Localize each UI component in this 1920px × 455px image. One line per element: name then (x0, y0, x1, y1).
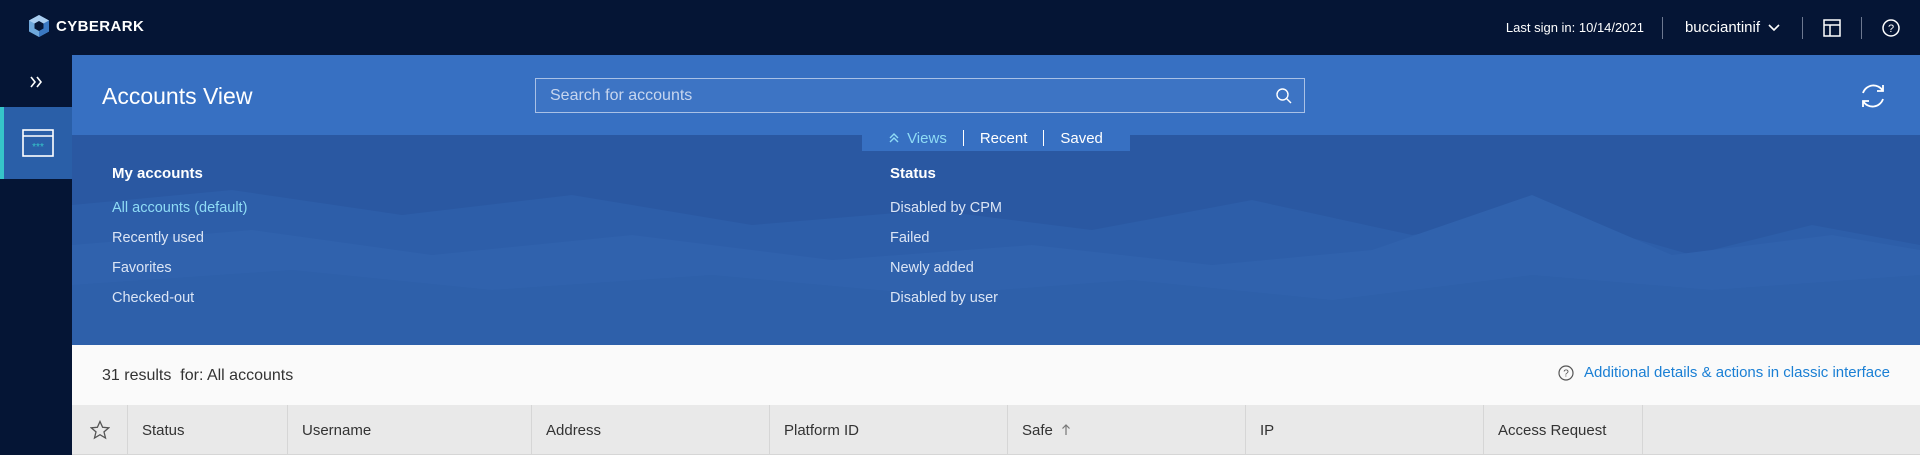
refresh-button[interactable] (1856, 79, 1890, 113)
accounts-header: Accounts View (72, 55, 1920, 135)
column-label: Username (302, 421, 372, 439)
last-sign-in: Last sign in: 10/14/2021 (1505, 20, 1644, 35)
column-label: Status (142, 421, 185, 439)
cyberark-logo[interactable]: CYBERARK (28, 14, 144, 38)
tab-label: Saved (1060, 129, 1103, 147)
results-bar: 31 results for: All accounts ? Additiona… (72, 345, 1920, 405)
column-header-safe[interactable]: Safe (1008, 405, 1246, 455)
svg-text:?: ? (1563, 368, 1569, 379)
view-all-accounts[interactable]: All accounts (default) (112, 200, 247, 230)
double-chevron-right-icon (30, 76, 43, 88)
column-header-access-request[interactable]: Access Request (1484, 405, 1643, 455)
view-favorites[interactable]: Favorites (112, 260, 247, 290)
column-header-address[interactable]: Address (532, 405, 770, 455)
results-summary: 31 results for: All accounts (102, 367, 293, 385)
favorite-column-header[interactable] (72, 405, 128, 455)
cyberark-logo-icon (29, 15, 49, 37)
view-newly-added[interactable]: Newly added (890, 260, 1002, 290)
search-input[interactable] (550, 86, 1264, 105)
views-tabs: Views Recent Saved (862, 125, 1130, 151)
tab-recent[interactable]: Recent (964, 130, 1044, 147)
view-checked-out[interactable]: Checked-out (112, 290, 247, 320)
tab-views[interactable]: Views (873, 130, 963, 147)
top-bar: CYBERARK Last sign in: 10/14/2021 buccia… (0, 0, 1920, 55)
svg-text:***: *** (32, 142, 44, 153)
results-filter: for: All accounts (180, 367, 294, 384)
my-accounts-column: My accounts All accounts (default) Recen… (112, 165, 247, 320)
results-count: 31 results (102, 367, 172, 384)
layout-button[interactable] (1803, 0, 1861, 55)
column-header-username[interactable]: Username (288, 405, 532, 455)
classic-interface-link[interactable]: ? Additional details & actions in classi… (1558, 364, 1890, 381)
double-chevron-up-icon (889, 133, 899, 143)
column-label: Access Request (1498, 421, 1607, 439)
username: bucciantinif (1684, 19, 1760, 36)
column-label: IP (1260, 421, 1275, 439)
column-label: Platform ID (784, 421, 860, 439)
refresh-icon (1862, 84, 1884, 108)
accounts-table-header: Status Username Address Platform ID Safe… (72, 405, 1920, 455)
search-button[interactable] (1264, 79, 1304, 112)
star-icon (89, 420, 110, 440)
brand-name: CYBERARK (56, 17, 145, 35)
help-button[interactable]: ? (1862, 0, 1920, 55)
layout-icon (1823, 18, 1841, 37)
my-accounts-title: My accounts (112, 165, 203, 182)
chevron-down-icon (1768, 23, 1780, 31)
column-label: Safe (1022, 421, 1053, 439)
page-title: Accounts View (102, 83, 253, 109)
search-icon (1276, 87, 1292, 103)
column-header-platform-id[interactable]: Platform ID (770, 405, 1008, 455)
view-disabled-by-user[interactable]: Disabled by user (890, 290, 1002, 320)
sort-ascending-icon (1061, 424, 1070, 435)
nav-accounts[interactable]: *** (0, 107, 72, 179)
tab-label: Views (907, 129, 947, 147)
view-failed[interactable]: Failed (890, 230, 1002, 260)
column-label: Address (546, 421, 602, 439)
search-box[interactable] (535, 78, 1305, 113)
view-recently-used[interactable]: Recently used (112, 230, 247, 260)
user-menu[interactable]: bucciantinif (1663, 19, 1802, 36)
svg-text:?: ? (1888, 23, 1894, 35)
views-panel: My accounts All accounts (default) Recen… (72, 135, 1920, 345)
view-disabled-by-cpm[interactable]: Disabled by CPM (890, 200, 1002, 230)
help-circle-icon: ? (1558, 364, 1574, 381)
classic-link-label: Additional details & actions in classic … (1584, 364, 1890, 381)
tab-saved[interactable]: Saved (1044, 130, 1119, 147)
tab-label: Recent (979, 129, 1028, 147)
status-column: Status Disabled by CPM Failed Newly adde… (890, 165, 1002, 320)
password-card-icon: *** (22, 129, 54, 157)
column-header-status[interactable]: Status (128, 405, 288, 455)
expand-nav-button[interactable] (0, 67, 72, 97)
left-nav: *** (0, 55, 72, 455)
help-circle-icon: ? (1882, 18, 1900, 37)
column-header-ip[interactable]: IP (1246, 405, 1484, 455)
status-title: Status (890, 165, 936, 182)
